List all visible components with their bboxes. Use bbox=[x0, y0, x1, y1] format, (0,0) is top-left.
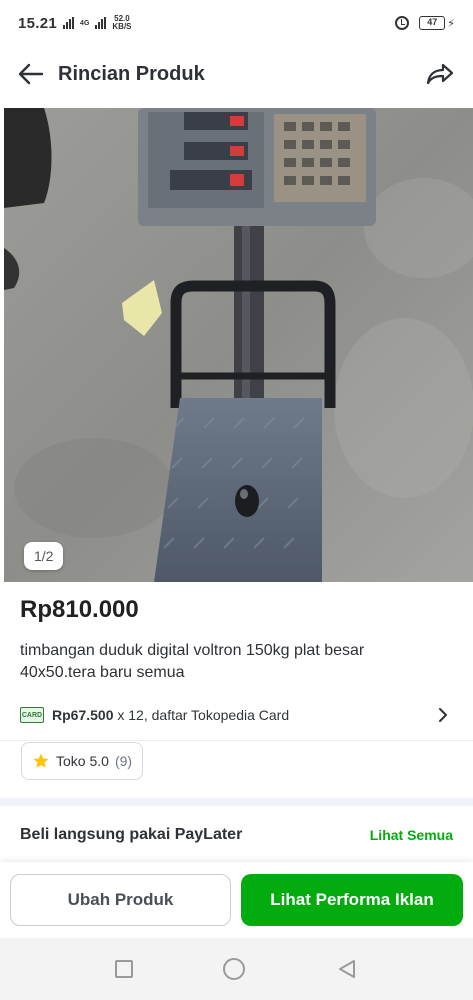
see-all-link[interactable]: Lihat Semua bbox=[370, 827, 453, 843]
installment-row[interactable]: CARD Rp67.500 x 12, daftar Tokopedia Car… bbox=[20, 702, 453, 728]
product-image[interactable]: 1/2 bbox=[4, 108, 473, 582]
paylater-title: Beli langsung pakai PayLater bbox=[20, 826, 243, 843]
system-nav-bar bbox=[0, 938, 473, 1000]
rating-count: (9) bbox=[114, 753, 133, 769]
signal-icon-2 bbox=[95, 17, 107, 29]
product-photo bbox=[4, 108, 473, 582]
status-bar: 15.21 4G 52.0 KB/S 47 ⚡ bbox=[0, 0, 473, 46]
product-price: Rp810.000 bbox=[20, 596, 139, 623]
battery-icon: 47 ⚡ bbox=[419, 16, 455, 30]
card-icon-text: CARD bbox=[21, 711, 43, 719]
share-icon[interactable] bbox=[423, 57, 457, 91]
status-time: 15.21 bbox=[18, 14, 58, 32]
edit-product-button[interactable]: Ubah Produk bbox=[10, 874, 231, 926]
network-speed: 52.0 KB/S bbox=[112, 15, 131, 31]
recent-apps-icon[interactable] bbox=[115, 960, 134, 978]
paylater-section: Beli langsung pakai PayLater Lihat Semua bbox=[20, 826, 453, 844]
product-title: timbangan duduk digital voltron 150kg pl… bbox=[20, 642, 365, 681]
star-icon bbox=[33, 753, 49, 768]
chevron-right-icon[interactable] bbox=[433, 705, 453, 725]
battery-level: 47 bbox=[419, 16, 446, 30]
charging-icon: ⚡ bbox=[447, 17, 455, 30]
installment-amount: Rp67.500 bbox=[52, 707, 114, 723]
status-right: 47 ⚡ bbox=[395, 16, 455, 30]
network-speed-unit: KB/S bbox=[112, 22, 132, 31]
network-type: 4G bbox=[80, 19, 90, 27]
installment-details: x 12, daftar Tokopedia Card bbox=[113, 707, 290, 723]
nav-back-icon[interactable] bbox=[336, 958, 358, 980]
rating-label: Toko 5.0 bbox=[56, 753, 109, 769]
page-title: Rincian Produk bbox=[58, 62, 205, 85]
divider bbox=[0, 740, 473, 741]
installment-text: Rp67.500 x 12, daftar Tokopedia Card bbox=[52, 707, 289, 723]
status-left: 15.21 4G 52.0 KB/S bbox=[18, 15, 132, 32]
app-bar: Rincian Produk bbox=[0, 46, 473, 102]
view-ad-performance-button[interactable]: Lihat Performa Iklan bbox=[241, 874, 463, 926]
image-counter: 1/2 bbox=[24, 542, 64, 570]
back-arrow-icon[interactable] bbox=[16, 59, 46, 89]
bottom-action-bar: Ubah Produk Lihat Performa Iklan bbox=[0, 862, 473, 938]
shop-rating-chip[interactable]: Toko 5.0 (9) bbox=[21, 742, 144, 780]
alarm-icon bbox=[395, 16, 410, 30]
signal-icon bbox=[63, 17, 75, 29]
home-icon[interactable] bbox=[223, 958, 246, 980]
card-icon: CARD bbox=[20, 707, 44, 723]
section-divider bbox=[0, 798, 473, 806]
